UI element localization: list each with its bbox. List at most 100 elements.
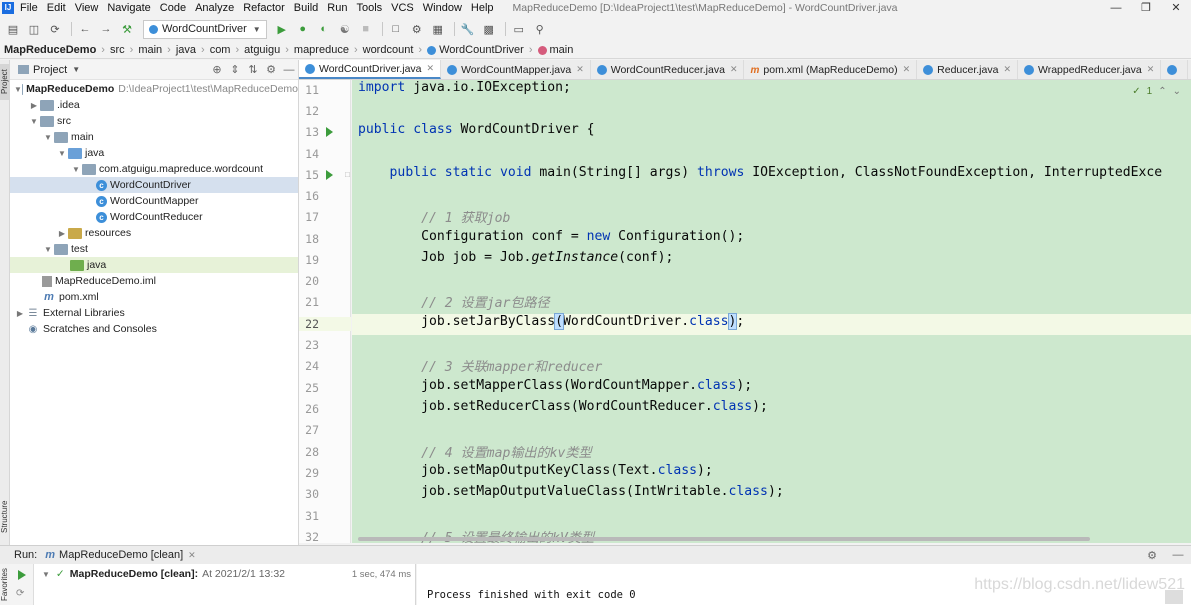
search-icon[interactable]: ⚲ — [531, 20, 549, 38]
project-view-title[interactable]: Project — [33, 64, 67, 76]
fold-icon[interactable]: □ — [345, 170, 350, 179]
minimize-icon[interactable]: — — [1101, 2, 1131, 14]
synchronize-icon[interactable]: ⟳ — [46, 20, 64, 38]
breadcrumb-item[interactable]: src — [110, 44, 125, 56]
tree-item-src[interactable]: ▼ src — [10, 113, 298, 129]
back-arrow-icon[interactable]: ← — [76, 20, 94, 38]
breadcrumb-item[interactable]: main — [550, 44, 574, 56]
save-all-icon[interactable]: ◫ — [25, 20, 43, 38]
menu-tools[interactable]: Tools — [356, 2, 382, 14]
close-tab-icon[interactable]: ✕ — [730, 64, 738, 75]
rerun-icon[interactable] — [18, 570, 26, 580]
tree-item-java[interactable]: ▼ java — [10, 145, 298, 161]
close-tab-icon[interactable]: ✕ — [903, 64, 911, 75]
menu-build[interactable]: Build — [294, 2, 318, 14]
gear-icon[interactable]: ⚙ — [1139, 549, 1165, 562]
menu-analyze[interactable]: Analyze — [195, 2, 234, 14]
run-class-gutter-icon[interactable] — [326, 127, 333, 137]
stop-icon[interactable]: ■ — [357, 20, 375, 38]
gear-icon[interactable]: ⚙ — [262, 63, 280, 76]
tree-item-external-libraries[interactable]: ▶ ☰ External Libraries — [10, 305, 298, 321]
presentation-icon[interactable]: ▭ — [510, 20, 528, 38]
chevron-down-icon[interactable]: ⌄ — [1173, 86, 1181, 97]
tree-item-wordcountmapper[interactable]: c WordCountMapper — [10, 193, 298, 209]
menu-window[interactable]: Window — [423, 2, 462, 14]
tree-item-wordcountdriver[interactable]: c WordCountDriver — [10, 177, 298, 193]
run-result-row[interactable]: ▼ ✓ MapReduceDemo [clean]: At 2021/2/1 1… — [42, 568, 285, 580]
tree-item-main[interactable]: ▼ main — [10, 129, 298, 145]
chevron-down-icon[interactable]: ▼ — [72, 65, 80, 74]
open-folder-icon[interactable]: ▤ — [4, 20, 22, 38]
tree-item-pom[interactable]: m pom.xml — [10, 289, 298, 305]
project-structure-icon[interactable]: □ — [387, 20, 405, 38]
layout-icon[interactable]: ▦ — [429, 20, 447, 38]
expanded-chevron-icon[interactable]: ▼ — [42, 133, 54, 142]
tab-pom[interactable]: m pom.xml (MapReduceDemo) ✕ — [744, 60, 918, 79]
tree-item-project-root[interactable]: ▼ MapReduceDemo D:\IdeaProject1\test\Map… — [10, 81, 298, 97]
tree-item-wordcountreducer[interactable]: c WordCountReducer — [10, 209, 298, 225]
restore-icon[interactable]: ❐ — [1131, 1, 1161, 14]
menu-refactor[interactable]: Refactor — [243, 2, 285, 14]
breadcrumb-item[interactable]: com — [210, 44, 231, 56]
coverage-icon[interactable]: ◐ — [315, 20, 333, 38]
expanded-chevron-icon[interactable]: ▼ — [28, 117, 40, 126]
close-tab-icon[interactable]: ✕ — [427, 63, 435, 74]
run-main-gutter-icon[interactable] — [326, 170, 333, 180]
close-icon[interactable]: ✕ — [1161, 1, 1191, 14]
close-tab-icon[interactable]: ✕ — [1147, 64, 1155, 75]
tree-item-resources[interactable]: ▶ resources — [10, 225, 298, 241]
breadcrumb-item[interactable]: atguigu — [244, 44, 280, 56]
menu-file[interactable]: File — [20, 2, 38, 14]
tree-item-idea[interactable]: ▶ .idea — [10, 97, 298, 113]
expanded-chevron-icon[interactable]: ▼ — [42, 245, 54, 254]
close-tab-icon[interactable]: ✕ — [188, 550, 196, 561]
tab-reducer[interactable]: Reducer.java ✕ — [917, 60, 1018, 79]
menu-run[interactable]: Run — [327, 2, 347, 14]
horizontal-scrollbar[interactable] — [358, 537, 1090, 541]
breadcrumb-item[interactable]: java — [176, 44, 196, 56]
collapse-all-icon[interactable]: ⇅ — [244, 63, 262, 76]
run-configuration-select[interactable]: WordCountDriver ▼ — [143, 19, 267, 39]
tab-wordcountdriver[interactable]: WordCountDriver.java ✕ — [299, 60, 442, 79]
forward-arrow-icon[interactable]: → — [97, 20, 115, 38]
debug-rerun-icon[interactable]: ⟳ — [16, 588, 24, 599]
breadcrumb-item[interactable]: MapReduceDemo — [4, 44, 96, 56]
tree-item-test-java[interactable]: java — [10, 257, 298, 273]
project-structure-grid-icon[interactable]: ▩ — [480, 20, 498, 38]
locate-target-icon[interactable]: ⊕ — [208, 63, 226, 76]
menu-help[interactable]: Help — [471, 2, 494, 14]
favorites-tool-button[interactable]: Favorites — [0, 565, 10, 605]
expanded-chevron-icon[interactable]: ▼ — [70, 165, 82, 174]
collapsed-chevron-icon[interactable]: ▶ — [28, 101, 40, 110]
hide-panel-icon[interactable]: — — [1165, 549, 1191, 561]
run-icon[interactable]: ▶ — [273, 20, 291, 38]
hide-panel-icon[interactable]: — — [280, 64, 298, 76]
sdk-manager-icon[interactable]: ⚙ — [408, 20, 426, 38]
breadcrumb-item[interactable]: WordCountDriver — [439, 44, 524, 56]
debug-bug-icon[interactable]: ● — [294, 20, 312, 38]
tree-item-iml[interactable]: MapReduceDemo.iml — [10, 273, 298, 289]
tab-wrappedreducer[interactable]: WrappedReducer.java ✕ — [1018, 60, 1162, 79]
close-tab-icon[interactable]: ✕ — [576, 64, 584, 75]
structure-tool-button[interactable]: Structure — [0, 492, 10, 542]
tree-item-package[interactable]: ▼ com.atguigu.mapreduce.wordcount — [10, 161, 298, 177]
menu-vcs[interactable]: VCS — [391, 2, 414, 14]
tab-wordcountmapper[interactable]: WordCountMapper.java ✕ — [441, 60, 591, 79]
run-tab[interactable]: m MapReduceDemo [clean] ✕ — [45, 549, 195, 561]
tab-overflow[interactable] — [1161, 60, 1189, 79]
chevron-up-icon[interactable]: ⌃ — [1158, 86, 1166, 97]
code-editor[interactable]: ✓ 1 ⌃ ⌄ import java.io.IOException; publi… — [352, 80, 1191, 543]
profile-icon[interactable]: ☯ — [336, 20, 354, 38]
tab-wordcountreducer[interactable]: WordCountReducer.java ✕ — [591, 60, 745, 79]
collapsed-chevron-icon[interactable]: ▶ — [14, 309, 26, 318]
menu-edit[interactable]: Edit — [47, 2, 66, 14]
breadcrumb-item[interactable]: main — [138, 44, 162, 56]
close-tab-icon[interactable]: ✕ — [1003, 64, 1011, 75]
settings-wrench-icon[interactable]: 🔧 — [459, 20, 477, 38]
breadcrumb-item[interactable]: mapreduce — [294, 44, 349, 56]
tree-item-scratches[interactable]: ◉ Scratches and Consoles — [10, 321, 298, 337]
expanded-chevron-icon[interactable]: ▼ — [56, 149, 68, 158]
expanded-chevron-icon[interactable]: ▼ — [14, 85, 22, 94]
build-hammer-icon[interactable]: ⚒ — [118, 20, 136, 38]
inspection-widget[interactable]: ✓ 1 ⌃ ⌄ — [1132, 86, 1181, 97]
